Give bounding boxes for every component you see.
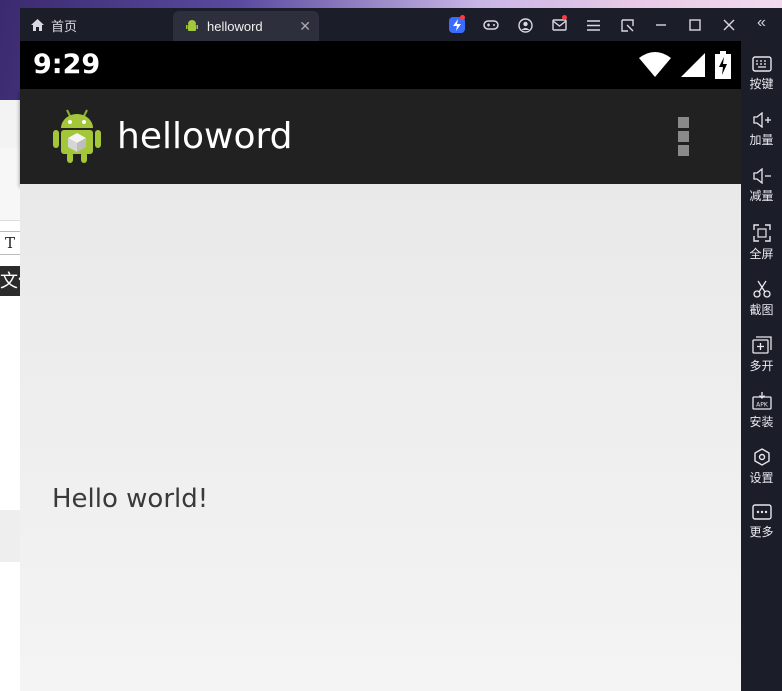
sidebar-item-volume-down[interactable]: 减量 (741, 168, 782, 204)
sidebar-item-label: 更多 (749, 525, 774, 539)
app-content: Hello world! (20, 184, 741, 691)
title-bar-controls (440, 12, 746, 38)
account-button[interactable] (508, 12, 542, 38)
sidebar-item-label: 加量 (749, 133, 774, 147)
sidebar-item-install-apk[interactable]: APK 安装 (741, 392, 782, 430)
home-icon (31, 19, 44, 31)
settings-icon (753, 448, 770, 466)
maximize-icon (689, 19, 701, 31)
more-icon (751, 504, 772, 520)
app-action-bar: helloword (20, 89, 741, 184)
background-toolbar-row (0, 148, 20, 221)
maximize-button[interactable] (678, 12, 712, 38)
wifi-icon (639, 52, 671, 77)
app-title: helloword (117, 116, 293, 157)
sidebar-item-more[interactable]: 更多 (741, 504, 782, 540)
minimize-icon (656, 24, 666, 26)
apk-install-icon: APK (751, 392, 772, 410)
background-toolbar (0, 100, 20, 149)
android-app-icon (186, 20, 198, 31)
minimize-button[interactable] (644, 12, 678, 38)
menu-button[interactable] (576, 12, 610, 38)
hamburger-menu-icon (586, 19, 600, 31)
overflow-menu-icon[interactable] (678, 117, 690, 157)
mail-icon (551, 19, 567, 31)
close-icon (723, 19, 735, 31)
background-app-window: T 文件 (0, 100, 21, 691)
fullscreen-icon (752, 224, 771, 242)
status-time: 9:29 (33, 49, 101, 80)
background-file-menu[interactable]: 文件 (0, 266, 20, 296)
title-bar: 首页 helloword ✕ (20, 8, 782, 41)
volume-up-icon (752, 112, 771, 128)
emulator-sidebar: « 按键 加量 减量 全屏 截图 多开 APK 安装 设置 更多 (741, 8, 782, 691)
sidebar-item-screenshot[interactable]: 截图 (741, 280, 782, 318)
close-tab-icon[interactable]: ✕ (299, 18, 311, 35)
status-bar: 9:29 (20, 41, 741, 89)
sidebar-item-label: 按键 (749, 77, 774, 91)
mail-notification-dot (562, 15, 567, 20)
pin-window-icon (620, 18, 634, 32)
scissors-icon (752, 280, 771, 298)
signal-icon (681, 53, 705, 77)
gamepad-button[interactable] (474, 12, 508, 38)
emulator-window: 首页 helloword ✕ 9:29 helloword Hello worl… (20, 8, 782, 691)
sidebar-item-label: 多开 (749, 359, 774, 373)
sidebar-item-volume-up[interactable]: 加量 (741, 112, 782, 148)
sidebar-item-settings[interactable]: 设置 (741, 448, 782, 486)
android-screen[interactable]: 9:29 helloword Hello world! (20, 41, 741, 691)
mail-button[interactable] (542, 12, 576, 38)
svg-text:APK: APK (756, 402, 769, 409)
sidebar-item-label: 全屏 (749, 247, 774, 261)
sidebar-item-multi-instance[interactable]: 多开 (741, 336, 782, 374)
tab-helloword-label: helloword (207, 18, 263, 34)
sidebar-item-keys[interactable]: 按键 (741, 56, 782, 92)
volume-down-icon (752, 168, 771, 184)
hello-world-text: Hello world! (52, 484, 209, 514)
status-icons (639, 51, 731, 79)
pin-window-button[interactable] (610, 12, 644, 38)
keyboard-icon (751, 56, 772, 72)
collapse-sidebar-icon[interactable]: « (741, 14, 782, 32)
sidebar-item-label: 减量 (749, 189, 774, 203)
sidebar-item-fullscreen[interactable]: 全屏 (741, 224, 782, 262)
sidebar-item-label: 安装 (749, 415, 774, 429)
multi-instance-icon (751, 336, 772, 354)
sidebar-item-label: 截图 (749, 303, 774, 317)
boost-button[interactable] (440, 12, 474, 38)
sidebar-item-label: 设置 (749, 471, 774, 485)
tab-helloword[interactable]: helloword ✕ (173, 11, 319, 41)
boost-notification-dot (460, 15, 465, 20)
tab-home-label: 首页 (51, 18, 78, 34)
background-t-button[interactable]: T (0, 231, 21, 255)
android-logo-icon (53, 109, 101, 163)
battery-charging-icon (715, 51, 731, 79)
tab-home[interactable]: 首页 (30, 12, 77, 38)
user-icon (517, 17, 533, 33)
background-list-row[interactable] (0, 510, 20, 562)
gamepad-icon (483, 20, 499, 30)
